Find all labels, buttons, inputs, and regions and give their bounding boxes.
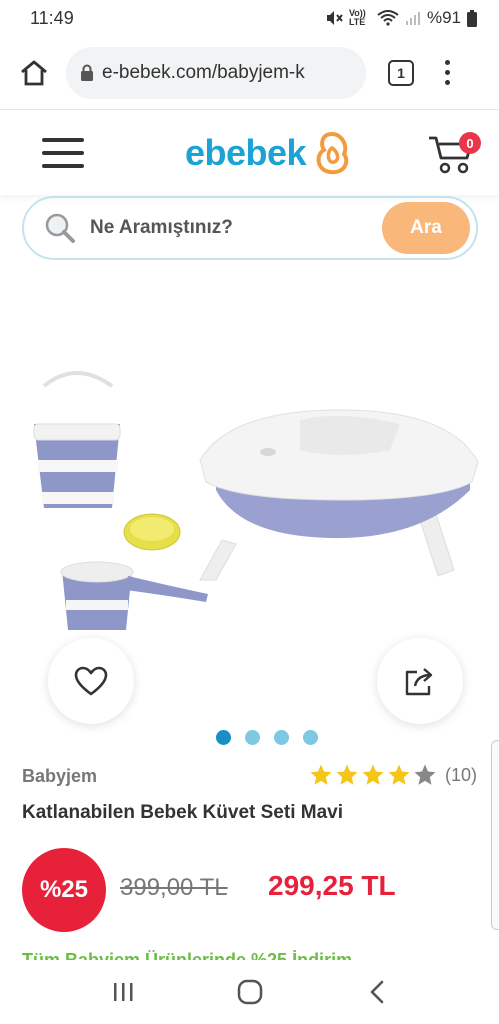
home-icon [21,60,47,85]
browser-toolbar: e-bebek.com/babyjem-k 1 [0,36,499,110]
star-filled-icon [388,764,410,785]
star-empty-icon [414,764,436,785]
cart-count-badge: 0 [458,132,481,154]
gallery-dot[interactable] [274,730,289,745]
hamburger-icon [42,138,84,142]
volte-icon: Vo)) LTE [348,8,366,27]
cart-button[interactable]: 0 [427,128,481,178]
battery-percent: %91 [426,8,461,27]
star-filled-icon [310,764,332,785]
lock-icon [81,64,93,81]
back-icon[interactable] [366,979,388,1005]
wifi-icon [377,10,399,26]
recent-apps-icon[interactable] [111,981,135,1003]
product-image[interactable] [0,300,499,630]
site-logo[interactable]: ebebek [185,130,352,176]
gallery-dot[interactable] [245,730,260,745]
url-text: e-bebek.com/babyjem-k [102,61,305,83]
search-input[interactable]: Ne Aramıştınız? [90,217,382,239]
battery-icon [467,9,477,27]
favorite-button[interactable] [48,638,134,724]
review-count: (10) [444,764,477,785]
star-filled-icon [362,764,384,785]
status-icons: Vo)) LTE %91 [325,8,477,28]
browser-menu-button[interactable] [442,60,452,85]
gallery-dot[interactable] [303,730,318,745]
jug-illustration [60,561,208,630]
home-nav-icon[interactable] [237,979,263,1005]
search-icon [45,213,75,243]
product-brand[interactable]: Babyjem [22,766,97,787]
home-button[interactable] [16,55,52,91]
status-bar: 11:49 Vo)) LTE %91 [0,0,499,36]
star-filled-icon [336,764,358,785]
search-button[interactable]: Ara [382,202,470,254]
signal-icon [405,12,420,25]
discount-badge: %25 [22,848,106,932]
clock: 11:49 [30,7,74,28]
gallery-pagination [216,730,318,745]
logo-mark-icon [316,131,349,175]
scroll-handle[interactable] [491,740,499,930]
product-title: Katlanabilen Bebek Küvet Seti Mavi [22,802,343,823]
menu-button[interactable] [42,138,84,168]
logo-text: ebebek [184,132,307,173]
site-header: ebebek 0 [0,111,499,195]
gallery-dot[interactable] [216,730,231,745]
share-button[interactable] [377,638,463,724]
sponge-illustration [123,513,181,551]
system-nav-bar [0,960,499,1024]
old-price: 399,00 TL [120,874,228,901]
bucket-illustration [33,371,121,508]
address-bar[interactable]: e-bebek.com/babyjem-k [66,46,366,99]
heart-icon [74,666,108,696]
product-rating[interactable]: (10) [309,763,477,787]
more-icon [444,60,450,65]
bathtub-illustration [199,409,479,581]
current-price: 299,25 TL [268,870,396,901]
share-icon [405,668,433,696]
tab-switcher-button[interactable]: 1 [388,59,414,86]
search-bar[interactable]: Ne Aramıştınız? Ara [22,196,478,260]
mute-icon [326,11,343,25]
